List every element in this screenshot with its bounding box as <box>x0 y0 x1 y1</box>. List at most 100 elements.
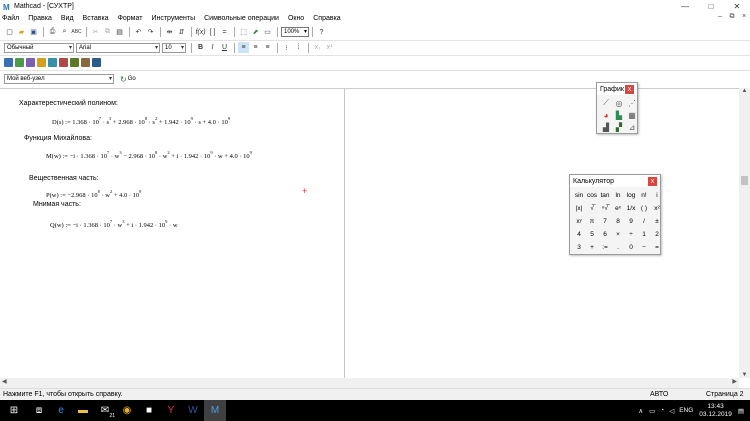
calc-key-ln[interactable]: ln <box>612 190 624 201</box>
calc-key-9[interactable]: 9 <box>625 216 637 227</box>
file-explorer-icon[interactable]: ▬ <box>72 400 94 421</box>
volume-icon[interactable]: ◁ <box>669 407 674 415</box>
menu-file[interactable]: Файл <box>2 15 19 22</box>
mikhailov-label[interactable]: Функция Михайлова: <box>24 135 92 142</box>
surface-plot-icon[interactable]: ⋰ <box>627 98 637 108</box>
vector-field-plot-icon[interactable]: ▞ <box>614 122 624 132</box>
menu-view[interactable]: Вид <box>61 15 74 22</box>
maximize-button[interactable]: □ <box>698 0 724 13</box>
redo-icon[interactable]: ↷ <box>145 27 156 38</box>
mikhailov-expression[interactable]: M(w) := −i · 1.368 · 107 · w3 − 2.968 · … <box>46 150 252 160</box>
char-poly-label[interactable]: Характерестический полином: <box>19 100 118 107</box>
underline-button[interactable]: U <box>219 42 230 53</box>
calc-key-abs[interactable]: |x| <box>573 203 585 214</box>
calc-key-divide[interactable]: / <box>638 216 650 227</box>
calc-key-equals[interactable]: = <box>651 242 663 253</box>
vertical-scrollbar[interactable]: ▲ ▼ <box>739 88 750 378</box>
calc-key-i[interactable]: i <box>651 190 663 201</box>
calc-key-log[interactable]: log <box>625 190 637 201</box>
calc-key-pi[interactable]: π <box>586 216 598 227</box>
align-center-icon[interactable]: ≡ <box>250 42 261 53</box>
menu-format[interactable]: Формат <box>118 15 143 22</box>
scatter-plot-icon[interactable]: ▟ <box>601 122 611 132</box>
greek-toolbar-icon[interactable] <box>81 58 90 67</box>
language-indicator[interactable]: ENG <box>679 407 693 414</box>
minimize-button[interactable]: — <box>672 0 698 13</box>
calc-key-sqrt[interactable]: √̅ <box>586 203 598 214</box>
graph-toolbar-icon[interactable] <box>15 58 24 67</box>
calc-key-factorial[interactable]: n! <box>638 190 650 201</box>
menu-symbolics[interactable]: Символьные операции <box>204 15 279 22</box>
insert-function-icon[interactable]: f(x) <box>195 27 206 38</box>
programming-toolbar-icon[interactable] <box>70 58 79 67</box>
calc-key-3[interactable]: 3 <box>573 242 585 253</box>
calculate-icon[interactable]: = <box>219 27 230 38</box>
calc-key-1[interactable]: 1 <box>638 229 650 240</box>
scroll-up-icon[interactable]: ▲ <box>739 88 750 94</box>
symbolic-toolbar-icon[interactable] <box>92 58 101 67</box>
calculator-toolbar-icon[interactable] <box>4 58 13 67</box>
scroll-left-icon[interactable]: ◀ <box>2 378 7 385</box>
calc-key-8[interactable]: 8 <box>612 216 624 227</box>
align-left-icon[interactable]: ≡ <box>238 42 249 53</box>
tray-chevron-icon[interactable]: ∧ <box>638 407 643 415</box>
calc-key-multiply[interactable]: × <box>612 229 624 240</box>
calc-key-power[interactable]: xʸ <box>573 216 585 227</box>
save-icon[interactable]: ▣ <box>28 27 39 38</box>
calc-key-division[interactable]: ÷ <box>625 229 637 240</box>
plot-wizard-icon[interactable]: ⊿ <box>627 122 637 132</box>
insert-hyperlink-icon[interactable]: ⬚ <box>238 27 249 38</box>
task-view-icon[interactable]: ⧈ <box>28 400 50 421</box>
calc-key-plus[interactable]: + <box>586 242 598 253</box>
calc-key-decimal[interactable]: . <box>612 242 624 253</box>
evaluation-toolbar-icon[interactable] <box>37 58 46 67</box>
imag-part-label[interactable]: Мнимая часть: <box>33 201 81 208</box>
paste-icon[interactable]: ▤ <box>114 27 125 38</box>
bullets-icon[interactable]: ⁝ <box>281 42 292 53</box>
copy-icon[interactable]: ⧉ <box>102 27 113 38</box>
calc-key-plus-minus[interactable]: ± <box>651 216 663 227</box>
align-down-icon[interactable]: ⇵ <box>176 27 187 38</box>
cut-icon[interactable]: ✂ <box>90 27 101 38</box>
windows-start-icon[interactable]: ⊞ <box>0 400 28 421</box>
graph-palette-close-button[interactable]: x <box>625 84 634 94</box>
insert-unit-icon[interactable]: [ ] <box>207 27 218 38</box>
taskbar-app-icon[interactable]: ■ <box>138 400 160 421</box>
vertical-scroll-thumb[interactable] <box>741 176 748 185</box>
align-right-icon[interactable]: ≡ <box>262 42 273 53</box>
run-resource-icon[interactable]: ▭ <box>262 27 273 38</box>
align-across-icon[interactable]: ⇹ <box>164 27 175 38</box>
font-size-select[interactable]: 10 <box>162 42 186 53</box>
imag-part-expression[interactable]: Q(w) := −i · 1.368 · 107 · w3 + i · 1.94… <box>50 219 178 229</box>
doc-close-button[interactable]: × <box>738 13 750 21</box>
boolean-toolbar-icon[interactable] <box>59 58 68 67</box>
calculator-palette[interactable]: Калькулятор x sin cos tan ln log n! i |x… <box>569 174 661 255</box>
notifications-icon[interactable]: ▤ <box>738 407 744 415</box>
menu-edit[interactable]: Правка <box>28 15 52 22</box>
doc-minimize-button[interactable]: – <box>714 13 726 21</box>
calc-key-minus[interactable]: − <box>638 242 650 253</box>
calc-key-parentheses[interactable]: ( ) <box>638 203 650 214</box>
word-icon[interactable]: W <box>182 400 204 421</box>
polar-plot-icon[interactable]: ◎ <box>614 98 624 108</box>
calc-key-4[interactable]: 4 <box>573 229 585 240</box>
print-icon[interactable]: ⎙ <box>47 27 58 38</box>
calc-key-define[interactable]: := <box>599 242 611 253</box>
superscript-icon[interactable]: x¹ <box>324 42 335 53</box>
help-icon[interactable]: ? <box>316 27 327 38</box>
zoom-select[interactable]: 100% <box>281 27 309 37</box>
matrix-toolbar-icon[interactable] <box>26 58 35 67</box>
calc-key-7[interactable]: 7 <box>599 216 611 227</box>
undo-icon[interactable]: ↶ <box>133 27 144 38</box>
real-part-expression[interactable]: P(w) := −2.968 · 108 · w2 + 4.0 · 109 <box>46 189 141 199</box>
calc-key-0[interactable]: 0 <box>625 242 637 253</box>
menu-tools[interactable]: Инструменты <box>151 15 195 22</box>
yandex-browser-icon[interactable]: Y <box>160 400 182 421</box>
spell-check-icon[interactable]: ABC <box>71 27 82 38</box>
mathcad-taskbar-icon[interactable]: M <box>204 400 226 421</box>
network-icon[interactable]: ◔ <box>660 407 664 414</box>
calculator-close-button[interactable]: x <box>648 176 657 186</box>
real-part-label[interactable]: Вещественная часть: <box>29 175 99 182</box>
subscript-icon[interactable]: x₁ <box>312 42 323 53</box>
xy-plot-icon[interactable]: ⟋ <box>601 98 611 108</box>
